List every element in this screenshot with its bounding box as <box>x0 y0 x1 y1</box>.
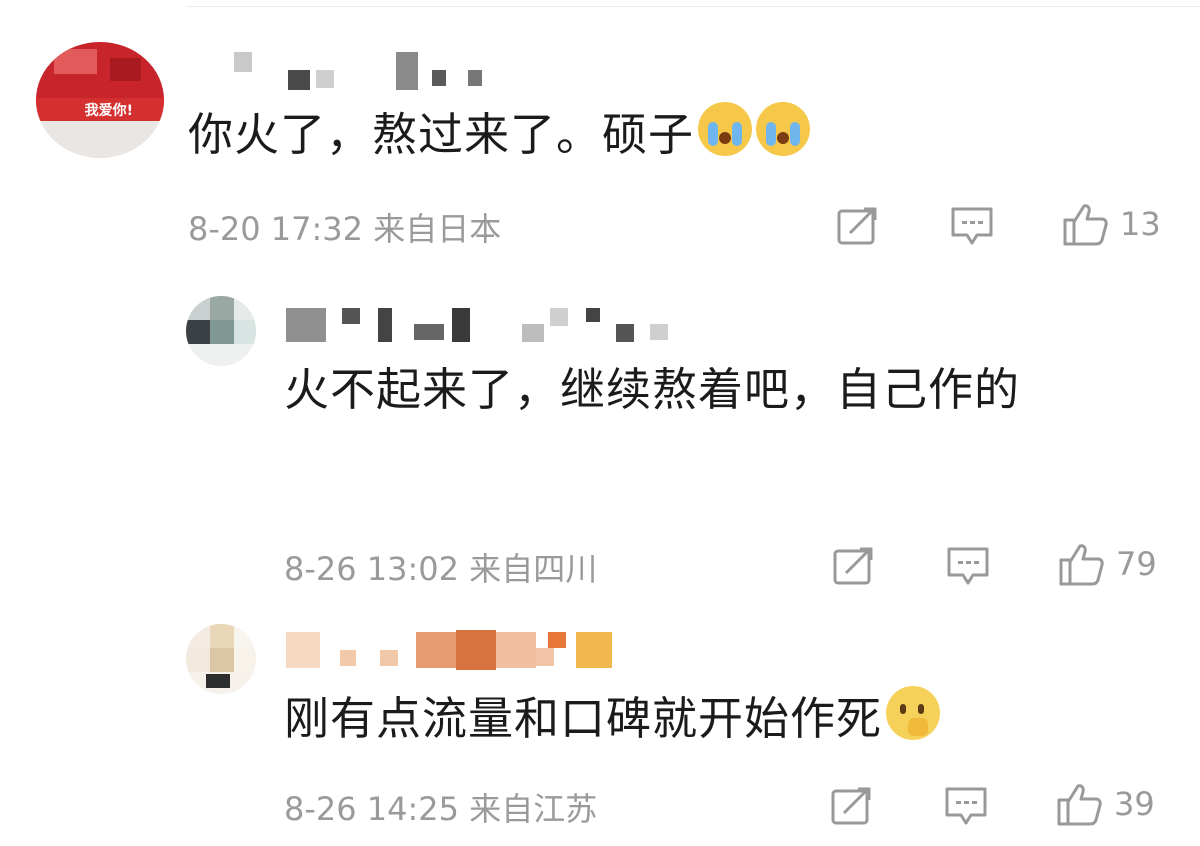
like-button[interactable]: 13 <box>1062 202 1161 246</box>
loudly-crying-face-icon <box>698 102 753 156</box>
thumbs-up-icon <box>1063 204 1108 246</box>
username-blurred[interactable] <box>232 52 492 92</box>
avatar[interactable]: 我爱你! <box>36 42 164 158</box>
reply-button[interactable] <box>950 204 994 248</box>
share-button[interactable] <box>830 784 874 828</box>
thumbs-up-icon <box>1057 784 1102 826</box>
like-button[interactable]: 39 <box>1056 782 1155 826</box>
reply-button[interactable] <box>946 544 990 588</box>
comment-body: 你火了，熬过来了。硕子 <box>188 108 695 161</box>
avatar-caption: 我爱你! <box>84 102 134 119</box>
avatar[interactable] <box>186 624 256 694</box>
comment-body: 火不起来了，继续熬着吧，自己作的 <box>284 363 1021 416</box>
comment-date: 8-20 17:32 <box>188 210 364 248</box>
reply-button[interactable] <box>944 784 988 828</box>
comment-date: 8-26 13:02 <box>284 550 460 588</box>
comment-icon <box>945 787 987 825</box>
comment-text: 刚有点流量和口碑就开始作死 <box>284 686 941 751</box>
comment-text: 火不起来了，继续熬着吧，自己作的 <box>284 358 1184 422</box>
comment-icon <box>947 547 989 585</box>
comment-meta: 8-20 17:32 来自日本 <box>188 204 501 250</box>
avatar[interactable] <box>186 296 256 366</box>
comment-meta: 8-26 14:25 来自江苏 <box>284 784 597 830</box>
comment-location: 来自日本 <box>373 210 502 248</box>
share-button[interactable] <box>836 204 880 248</box>
thumbs-up-icon <box>1059 544 1104 586</box>
share-button[interactable] <box>832 544 876 588</box>
like-count: 13 <box>1120 205 1161 243</box>
username-blurred[interactable] <box>286 304 676 344</box>
divider <box>186 6 1200 7</box>
share-icon <box>831 787 871 825</box>
comment-meta: 8-26 13:02 来自四川 <box>284 544 597 590</box>
comment-location: 来自四川 <box>469 550 598 588</box>
like-button[interactable]: 79 <box>1058 542 1157 586</box>
username-blurred[interactable] <box>286 630 616 670</box>
comment-text: 你火了，熬过来了。硕子 <box>188 102 811 167</box>
share-icon <box>837 207 877 245</box>
like-count: 79 <box>1116 545 1157 583</box>
comment-icon <box>951 207 993 245</box>
loudly-crying-face-icon <box>756 102 811 156</box>
like-count: 39 <box>1114 785 1155 823</box>
thinking-face-icon <box>886 686 941 740</box>
share-icon <box>833 547 873 585</box>
comment-location: 来自江苏 <box>469 790 598 828</box>
comment-date: 8-26 14:25 <box>284 790 460 828</box>
comment-body: 刚有点流量和口碑就开始作死 <box>284 692 883 745</box>
